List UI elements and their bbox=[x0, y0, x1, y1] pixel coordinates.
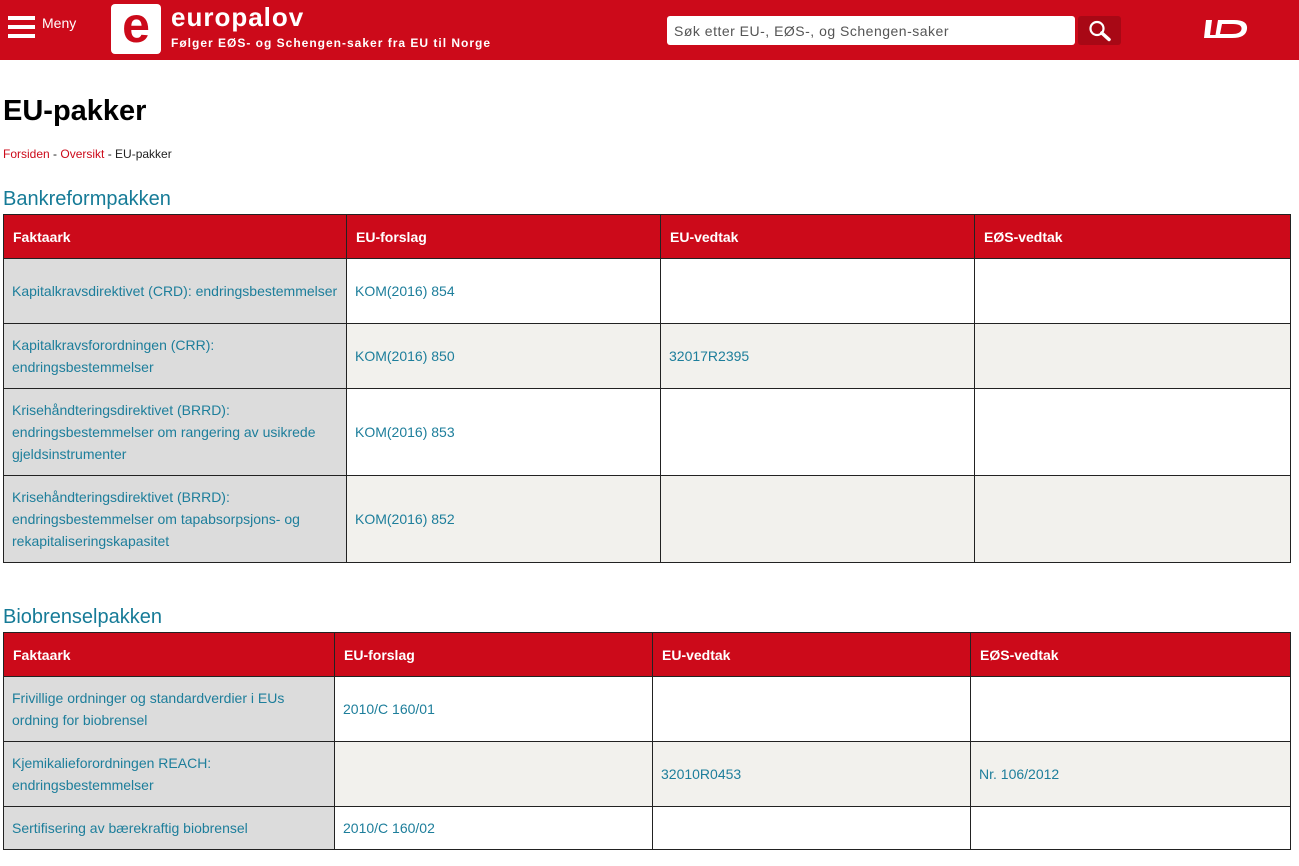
eu-vedtak-cell: 32017R2395 bbox=[660, 323, 975, 389]
breadcrumb-separator: - bbox=[49, 147, 61, 161]
eu-vedtak-link[interactable]: 32010R0453 bbox=[661, 766, 741, 782]
column-header-eu-vedtak: EU-vedtak bbox=[660, 214, 975, 259]
table-header-row: Faktaark EU-forslag EU-vedtak EØS-vedtak bbox=[3, 214, 1291, 259]
eu-forslag-link[interactable]: 2010/C 160/02 bbox=[343, 820, 435, 836]
faktaark-cell: Sertifisering av bærekraftig biobrensel bbox=[3, 806, 335, 850]
column-header-eu-vedtak: EU-vedtak bbox=[652, 632, 971, 677]
search-icon bbox=[1088, 20, 1111, 41]
eos-vedtak-cell bbox=[974, 388, 1291, 476]
table-row: Kapitalkravsforordningen (CRR): endrings… bbox=[3, 323, 1291, 389]
eos-vedtak-link[interactable]: Nr. 106/2012 bbox=[979, 766, 1059, 782]
column-header-eu-forslag: EU-forslag bbox=[346, 214, 661, 259]
column-header-eos-vedtak: EØS-vedtak bbox=[974, 214, 1291, 259]
breadcrumb-separator: - bbox=[104, 147, 116, 161]
site-name[interactable]: europalov bbox=[171, 2, 304, 33]
eu-forslag-link[interactable]: KOM(2016) 852 bbox=[355, 511, 455, 527]
table-row: Kjemikalieforordningen REACH: endringsbe… bbox=[3, 741, 1291, 807]
faktaark-cell: Kapitalkravsdirektivet (CRD): endringsbe… bbox=[3, 258, 347, 324]
package-table-biobrenselpakken: Faktaark EU-forslag EU-vedtak EØS-vedtak… bbox=[3, 632, 1291, 850]
eu-forslag-cell: KOM(2016) 854 bbox=[346, 258, 661, 324]
site-header: Meny e europalov Følger EØS- og Schengen… bbox=[0, 0, 1299, 60]
menu-button[interactable]: Meny bbox=[8, 15, 77, 38]
faktaark-link[interactable]: Kapitalkravsdirektivet (CRD): endringsbe… bbox=[12, 283, 337, 299]
section-title-bankreformpakken: Bankreformpakken bbox=[3, 188, 171, 210]
table-row: Sertifisering av bærekraftig biobrensel … bbox=[3, 806, 1291, 850]
breadcrumb-link-oversikt[interactable]: Oversikt bbox=[60, 147, 104, 161]
faktaark-link[interactable]: Frivillige ordninger og standardverdier … bbox=[12, 690, 284, 728]
faktaark-cell: Kjemikalieforordningen REACH: endringsbe… bbox=[3, 741, 335, 807]
eu-forslag-cell: 2010/C 160/02 bbox=[334, 806, 653, 850]
faktaark-cell: Krisehåndteringsdirektivet (BRRD): endri… bbox=[3, 475, 347, 563]
page-title: EU-pakker bbox=[3, 95, 147, 127]
faktaark-link[interactable]: Kjemikalieforordningen REACH: endringsbe… bbox=[12, 755, 211, 793]
breadcrumb: Forsiden - Oversikt - EU-pakker bbox=[3, 147, 172, 161]
breadcrumb-current: EU-pakker bbox=[115, 147, 172, 161]
column-header-eos-vedtak: EØS-vedtak bbox=[970, 632, 1291, 677]
column-header-faktaark: Faktaark bbox=[3, 214, 347, 259]
faktaark-link[interactable]: Krisehåndteringsdirektivet (BRRD): endri… bbox=[12, 402, 315, 462]
eos-vedtak-cell: Nr. 106/2012 bbox=[970, 741, 1291, 807]
eu-forslag-cell bbox=[334, 741, 653, 807]
eu-vedtak-cell bbox=[660, 475, 975, 563]
eu-vedtak-cell bbox=[652, 806, 971, 850]
ld-logo-icon[interactable] bbox=[1202, 17, 1250, 41]
breadcrumb-link-forsiden[interactable]: Forsiden bbox=[3, 147, 50, 161]
menu-label: Meny bbox=[42, 15, 77, 31]
faktaark-cell: Krisehåndteringsdirektivet (BRRD): endri… bbox=[3, 388, 347, 476]
table-row: Krisehåndteringsdirektivet (BRRD): endri… bbox=[3, 388, 1291, 476]
eos-vedtak-cell bbox=[974, 323, 1291, 389]
table-header-row: Faktaark EU-forslag EU-vedtak EØS-vedtak bbox=[3, 632, 1291, 677]
package-table-bankreformpakken: Faktaark EU-forslag EU-vedtak EØS-vedtak… bbox=[3, 214, 1291, 563]
eos-vedtak-cell bbox=[974, 258, 1291, 324]
column-header-eu-forslag: EU-forslag bbox=[334, 632, 653, 677]
faktaark-cell: Kapitalkravsforordningen (CRR): endrings… bbox=[3, 323, 347, 389]
site-logo[interactable]: e bbox=[111, 0, 161, 54]
eu-forslag-cell: KOM(2016) 852 bbox=[346, 475, 661, 563]
faktaark-link[interactable]: Krisehåndteringsdirektivet (BRRD): endri… bbox=[12, 489, 300, 549]
site-tagline: Følger EØS- og Schengen-saker fra EU til… bbox=[171, 36, 492, 50]
eu-forslag-link[interactable]: KOM(2016) 850 bbox=[355, 348, 455, 364]
search-input[interactable] bbox=[667, 16, 1075, 45]
eu-forslag-link[interactable]: 2010/C 160/01 bbox=[343, 701, 435, 717]
eos-vedtak-cell bbox=[970, 806, 1291, 850]
eu-vedtak-cell bbox=[660, 258, 975, 324]
eu-forslag-cell: KOM(2016) 853 bbox=[346, 388, 661, 476]
faktaark-link[interactable]: Sertifisering av bærekraftig biobrensel bbox=[12, 820, 248, 836]
logo-letter: e bbox=[122, 0, 150, 53]
eu-vedtak-cell: 32010R0453 bbox=[652, 741, 971, 807]
eos-vedtak-cell bbox=[974, 475, 1291, 563]
hamburger-icon bbox=[8, 16, 35, 38]
eu-forslag-link[interactable]: KOM(2016) 854 bbox=[355, 283, 455, 299]
eos-vedtak-cell bbox=[970, 676, 1291, 742]
eu-vedtak-link[interactable]: 32017R2395 bbox=[669, 348, 749, 364]
faktaark-link[interactable]: Kapitalkravsforordningen (CRR): endrings… bbox=[12, 337, 214, 375]
search-button[interactable] bbox=[1078, 16, 1121, 45]
eu-forslag-cell: KOM(2016) 850 bbox=[346, 323, 661, 389]
column-header-faktaark: Faktaark bbox=[3, 632, 335, 677]
table-row: Krisehåndteringsdirektivet (BRRD): endri… bbox=[3, 475, 1291, 563]
eu-forslag-link[interactable]: KOM(2016) 853 bbox=[355, 424, 455, 440]
faktaark-cell: Frivillige ordninger og standardverdier … bbox=[3, 676, 335, 742]
section-title-biobrenselpakken: Biobrenselpakken bbox=[3, 606, 162, 628]
eu-forslag-cell: 2010/C 160/01 bbox=[334, 676, 653, 742]
table-row: Kapitalkravsdirektivet (CRD): endringsbe… bbox=[3, 258, 1291, 324]
eu-vedtak-cell bbox=[660, 388, 975, 476]
eu-vedtak-cell bbox=[652, 676, 971, 742]
table-row: Frivillige ordninger og standardverdier … bbox=[3, 676, 1291, 742]
